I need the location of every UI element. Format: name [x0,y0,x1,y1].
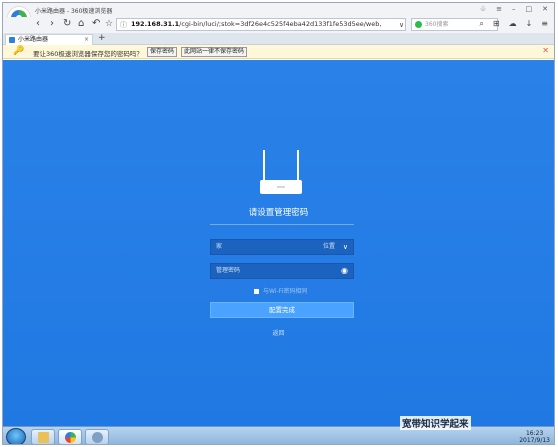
refresh-button[interactable]: ↻ [63,18,71,30]
never-save-button[interactable]: 此网站一律不保存密码 [181,47,248,57]
cloud-icon[interactable]: ☁ [509,19,517,29]
home-button[interactable]: ⌂ [78,18,84,30]
router-setup-page: 请设置管理密码 家 位置 ∨ 管理密码 ◉ 与Wi-Fi密码相同 配置完成 返回 [3,60,554,426]
taskbar: 宽带知识学起来 16:23 2017/9/13 [3,416,554,444]
address-bar[interactable]: ⓘ 192.168.31.1/cgi-bin/luci/;stok=3df26e4… [116,18,406,31]
new-tab-button[interactable]: + [98,33,106,43]
title-bar: 小米路由器 - 360极速浏览器 ♧ ≡ – □ ✕ [3,3,554,17]
url-host: 192.168.31.1 [131,20,180,28]
close-icon[interactable]: ✕ [542,5,548,13]
close-icon[interactable]: ✕ [542,46,549,55]
submit-button[interactable]: 配置完成 [210,302,354,318]
window-title: 小米路由器 - 360极速浏览器 [35,8,113,15]
location-value: 家 [216,243,223,250]
start-button[interactable] [6,428,26,444]
clock-date: 2017/9/13 [519,437,550,444]
watermark-text: 宽带知识学起来 [400,416,471,430]
favicon-icon [9,37,15,43]
search-placeholder: 360搜索 [425,21,449,28]
same-as-wifi-checkbox[interactable]: 与Wi-Fi密码相同 [254,286,307,295]
page-info-icon[interactable]: ⓘ [120,20,127,30]
taskbar-explorer[interactable] [31,429,55,444]
taskbar-app[interactable] [85,429,109,444]
chevron-down-icon[interactable]: ∨ [343,240,348,254]
admin-password-input[interactable]: 管理密码 ◉ [210,263,354,279]
checkbox-label: 与Wi-Fi密码相同 [263,288,308,295]
clock[interactable]: 16:23 2017/9/13 [519,430,550,444]
tab-close-icon[interactable]: × [84,35,89,45]
router-icon [260,150,302,194]
download-icon[interactable]: ↓ [526,19,533,29]
menu-icon[interactable]: ≡ [496,5,502,13]
location-select[interactable]: 家 位置 ∨ [210,239,354,255]
app-icon [92,432,103,443]
search-engine-icon [415,21,422,28]
browser-window: 小米路由器 - 360极速浏览器 ♧ ≡ – □ ✕ ‹ › ↻ ⌂ ↶ ☆ ⓘ… [2,2,555,445]
key-icon: 🔑 [13,46,25,56]
eye-icon[interactable]: ◉ [341,264,348,278]
divider [210,224,354,225]
back-button[interactable]: ‹ [36,18,40,30]
url-path: /cgi-bin/luci/;stok=3df26e4c525f4eba42d1… [179,20,382,28]
navigation-bar: ‹ › ↻ ⌂ ↶ ☆ ⓘ 192.168.31.1/cgi-bin/luci/;… [3,17,554,33]
browser-icon [65,432,76,443]
back-link[interactable]: 返回 [3,328,554,337]
tab-label: 小米路由器 [18,36,49,43]
window-controls: ♧ ≡ – □ ✕ [480,5,548,13]
password-placeholder: 管理密码 [216,267,241,274]
clock-time: 16:23 [525,430,544,437]
save-password-message: 要让360极速浏览器保存您的密码吗？ [33,50,143,58]
grid-icon[interactable]: ⊞ [493,19,500,29]
maximize-icon[interactable]: □ [526,5,533,13]
tab-bar: 小米路由器 × + [3,33,554,45]
menu-icon[interactable]: ≡ [541,19,548,29]
search-icon[interactable]: ⌕ [479,19,483,29]
location-label: 位置 [322,243,335,250]
minimize-icon[interactable]: – [512,5,516,13]
page-title: 请设置管理密码 [248,208,309,218]
tab-router[interactable]: 小米路由器 × [5,34,93,45]
toolbar-icons: ⌕ ⊞ ☁ ↓ ≡ [479,19,548,29]
undo-button[interactable]: ↶ [92,18,100,30]
skin-icon[interactable]: ♧ [480,5,486,13]
system-tray: 宽带知识学起来 16:23 2017/9/13 [400,416,550,444]
dropdown-icon[interactable]: ∨ [399,19,404,31]
save-password-bar: 🔑 要让360极速浏览器保存您的密码吗？ 保存密码 此网站一律不保存密码 ✕ [3,45,554,59]
forward-button[interactable]: › [50,18,54,30]
favorite-button[interactable]: ☆ [105,18,113,30]
folder-icon [38,432,49,443]
taskbar-browser[interactable] [58,429,82,444]
save-password-button[interactable]: 保存密码 [147,47,178,57]
checkbox-icon[interactable] [254,289,259,294]
